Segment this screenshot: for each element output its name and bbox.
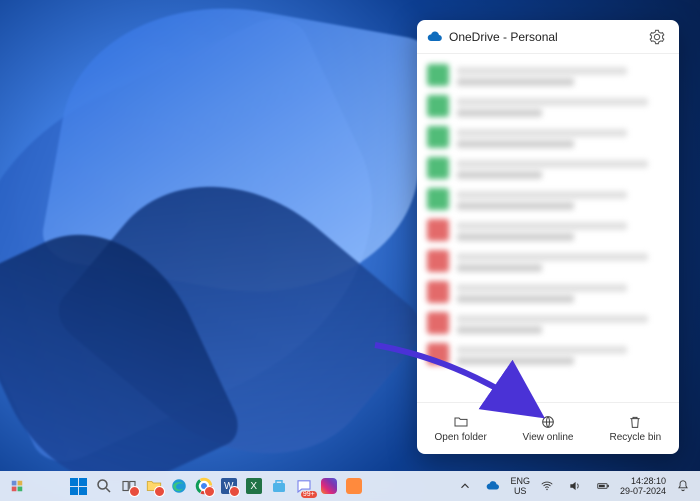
open-folder-button[interactable]: Open folder bbox=[417, 403, 504, 454]
folder-icon bbox=[453, 414, 469, 430]
chrome-button[interactable] bbox=[193, 475, 215, 497]
wifi-icon bbox=[540, 479, 554, 493]
onedrive-header: OneDrive - Personal bbox=[417, 20, 679, 54]
open-folder-label: Open folder bbox=[435, 432, 487, 443]
clock-date: 29-07-2024 bbox=[620, 486, 666, 496]
onedrive-flyout: OneDrive - Personal Open folder View onl… bbox=[417, 20, 679, 454]
taskbar: W X 99+ ENG US bbox=[0, 471, 700, 501]
list-item bbox=[427, 188, 669, 213]
language-bottom: US bbox=[510, 486, 530, 496]
bell-icon bbox=[676, 479, 690, 493]
globe-icon bbox=[540, 414, 556, 430]
onedrive-footer: Open folder View online Recycle bin bbox=[417, 402, 679, 454]
view-online-button[interactable]: View online bbox=[504, 403, 591, 454]
list-item bbox=[427, 312, 669, 337]
volume-tray-button[interactable] bbox=[564, 475, 586, 497]
notifications-button[interactable] bbox=[672, 475, 694, 497]
search-button[interactable] bbox=[93, 475, 115, 497]
app-icon bbox=[346, 478, 362, 494]
speaker-icon bbox=[568, 479, 582, 493]
trash-icon bbox=[627, 414, 643, 430]
folder-icon bbox=[145, 477, 163, 495]
list-item bbox=[427, 126, 669, 151]
clock-time: 14:28:10 bbox=[620, 476, 666, 486]
excel-button[interactable]: X bbox=[243, 475, 265, 497]
list-item bbox=[427, 95, 669, 120]
task-view-icon bbox=[120, 477, 138, 495]
battery-icon bbox=[596, 479, 610, 493]
recycle-bin-button[interactable]: Recycle bin bbox=[592, 403, 679, 454]
network-tray-button[interactable] bbox=[536, 475, 558, 497]
list-item bbox=[427, 64, 669, 89]
onedrive-activity-list[interactable] bbox=[417, 54, 679, 402]
search-icon bbox=[95, 477, 113, 495]
instagram-button[interactable] bbox=[318, 475, 340, 497]
chevron-up-icon bbox=[458, 479, 472, 493]
recycle-bin-label: Recycle bin bbox=[609, 432, 661, 443]
onedrive-title: OneDrive - Personal bbox=[449, 30, 645, 44]
word-icon: W bbox=[221, 478, 237, 494]
list-item bbox=[427, 281, 669, 306]
onedrive-tray-icon bbox=[486, 479, 500, 493]
view-online-label: View online bbox=[523, 432, 574, 443]
app-button[interactable] bbox=[343, 475, 365, 497]
store-button[interactable] bbox=[268, 475, 290, 497]
battery-tray-button[interactable] bbox=[592, 475, 614, 497]
chrome-icon bbox=[195, 477, 213, 495]
system-tray-chevron[interactable] bbox=[454, 475, 476, 497]
onedrive-settings-button[interactable] bbox=[645, 25, 669, 49]
windows-logo-icon bbox=[70, 478, 87, 495]
instagram-icon bbox=[321, 478, 337, 494]
edge-button[interactable] bbox=[168, 475, 190, 497]
edge-icon bbox=[170, 477, 188, 495]
list-item bbox=[427, 157, 669, 182]
chat-button[interactable]: 99+ bbox=[293, 475, 315, 497]
gear-icon bbox=[649, 29, 665, 45]
chat-badge: 99+ bbox=[301, 491, 317, 498]
store-icon bbox=[270, 477, 288, 495]
onedrive-cloud-icon bbox=[427, 29, 443, 45]
list-item bbox=[427, 343, 669, 368]
language-top: ENG bbox=[510, 476, 530, 486]
word-button[interactable]: W bbox=[218, 475, 240, 497]
onedrive-tray-button[interactable] bbox=[482, 475, 504, 497]
file-explorer-button[interactable] bbox=[143, 475, 165, 497]
excel-icon: X bbox=[246, 478, 262, 494]
list-item bbox=[427, 250, 669, 275]
task-view-button[interactable] bbox=[118, 475, 140, 497]
clock-button[interactable]: 14:28:10 29-07-2024 bbox=[620, 476, 666, 496]
language-indicator[interactable]: ENG US bbox=[510, 476, 530, 496]
start-button[interactable] bbox=[68, 475, 90, 497]
list-item bbox=[427, 219, 669, 244]
